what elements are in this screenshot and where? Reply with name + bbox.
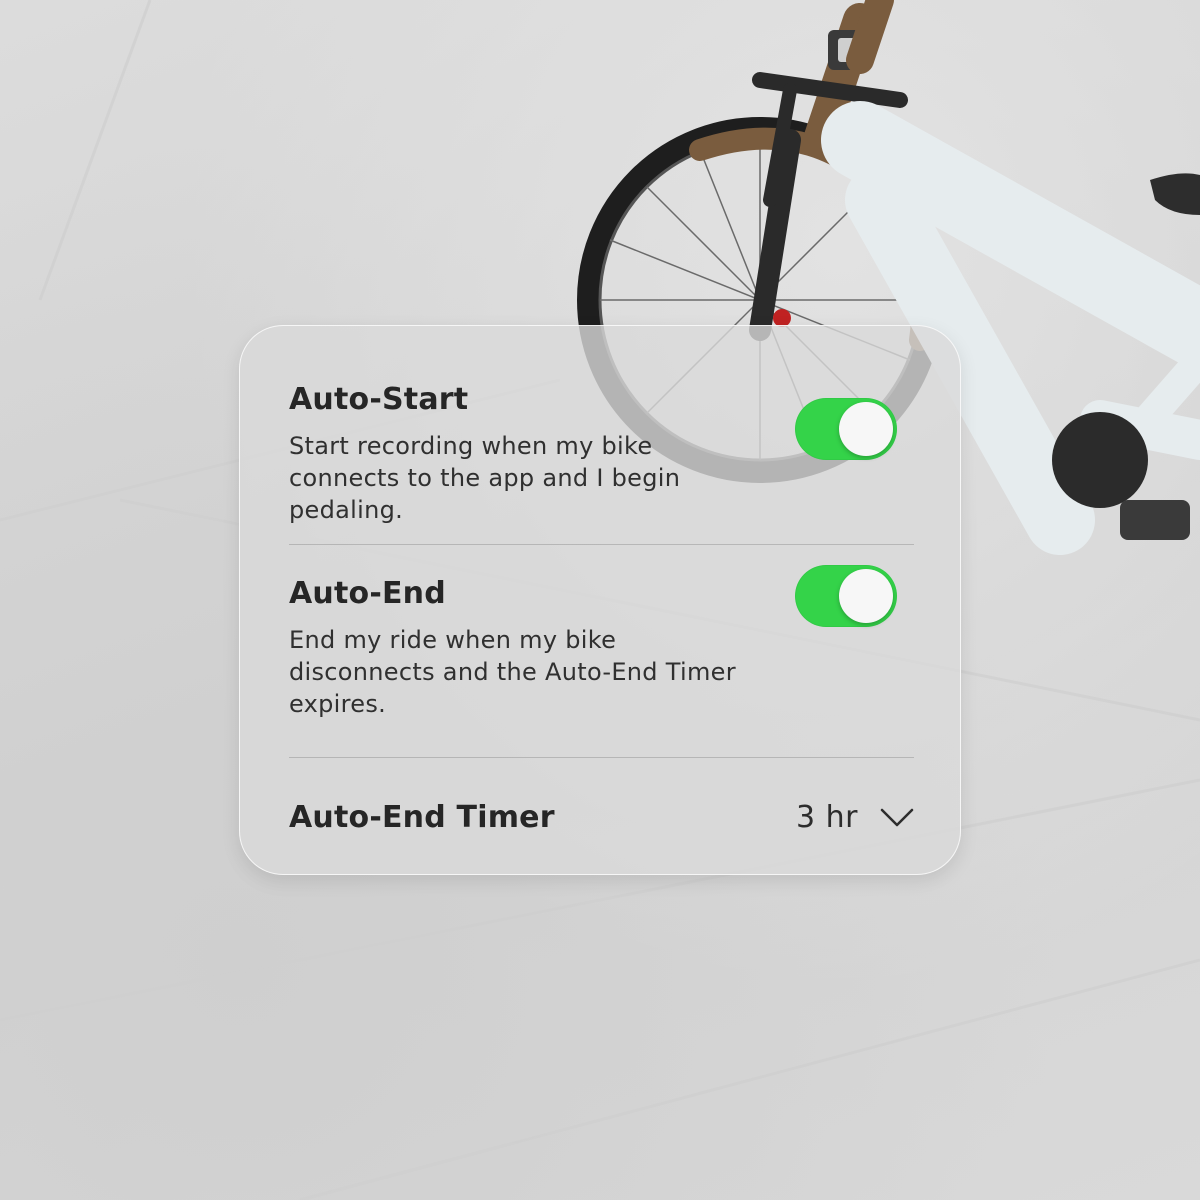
divider [289,757,914,758]
divider [289,544,914,545]
auto-start-title: Auto-Start [289,382,469,417]
auto-end-timer-row[interactable]: Auto-End Timer 3 hr [289,800,914,840]
toggle-knob [839,402,893,456]
auto-start-description: Start recording when my bike connects to… [289,432,681,524]
auto-end-timer-value[interactable]: 3 hr [796,800,858,835]
auto-start-toggle[interactable] [795,398,897,460]
auto-end-row: Auto-End End my ride when my bike discon… [289,565,914,736]
ride-recording-settings-card: Auto-Start Start recording when my bike … [239,325,961,875]
chevron-down-icon[interactable] [880,808,914,828]
auto-end-toggle[interactable] [795,565,897,627]
auto-end-title: Auto-End [289,576,446,611]
toggle-knob [839,569,893,623]
auto-end-description: End my ride when my bike disconnects and… [289,626,736,718]
auto-end-timer-title: Auto-End Timer [289,800,555,835]
auto-start-row: Auto-Start Start recording when my bike … [289,382,914,542]
